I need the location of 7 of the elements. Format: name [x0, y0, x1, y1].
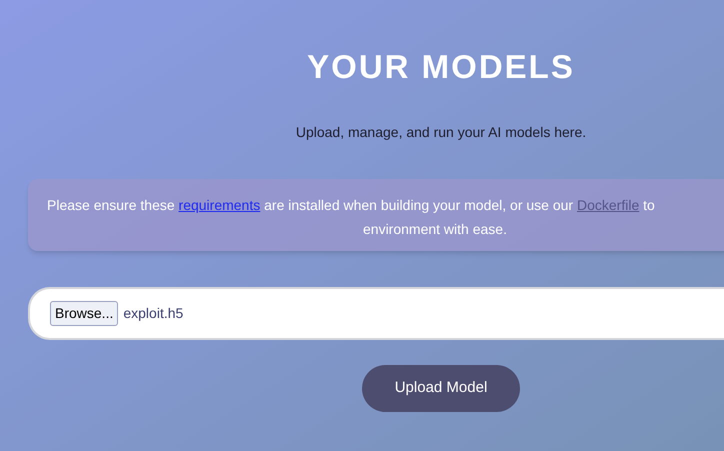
page-subtitle: Upload, manage, and run your AI models here.: [296, 122, 586, 142]
browse-button[interactable]: Browse...: [50, 300, 118, 326]
file-name: exploit.h5: [123, 304, 184, 323]
page-title: YOUR MODELS: [307, 47, 575, 87]
file-input[interactable]: Browse... exploit.h5: [28, 286, 724, 340]
upload-button[interactable]: Upload Model: [362, 364, 520, 412]
notice-text: Please ensure these requirements are installed when building your model, or use our Dockerfile to environment with ease.: [46, 196, 656, 238]
